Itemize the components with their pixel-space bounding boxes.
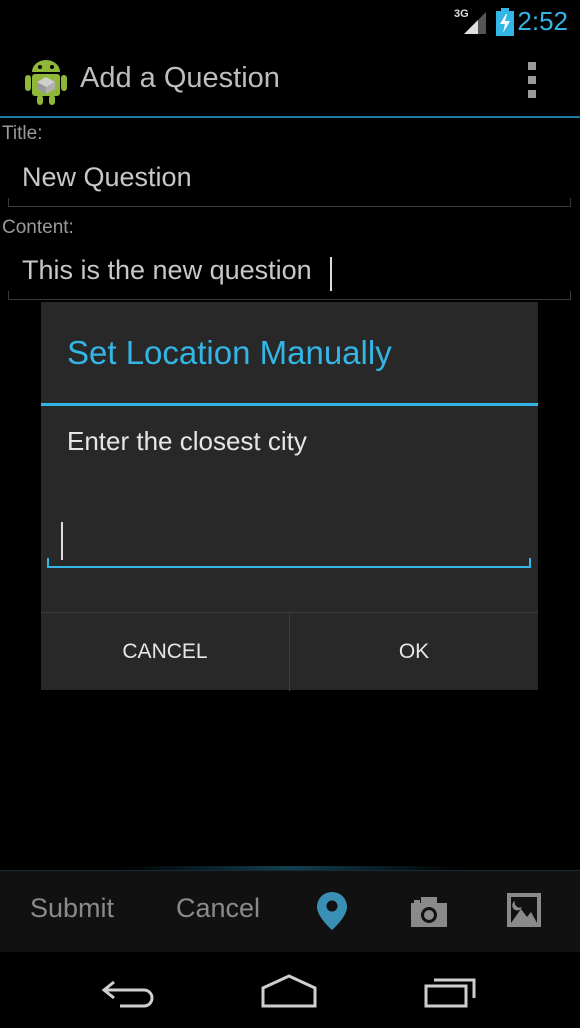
camera-icon[interactable] <box>408 891 450 931</box>
set-location-dialog: Set Location Manually Enter the closest … <box>41 302 538 691</box>
location-pin-icon[interactable] <box>316 891 348 931</box>
navigation-bar <box>0 952 580 1028</box>
dialog-button-bar: CANCEL OK <box>41 612 538 691</box>
home-icon[interactable] <box>257 968 321 1012</box>
text-cursor <box>330 257 332 291</box>
back-icon[interactable] <box>98 968 162 1012</box>
recent-apps-icon[interactable] <box>420 968 484 1012</box>
dialog-title: Set Location Manually <box>67 334 392 371</box>
network-type-label: 3G <box>454 8 469 20</box>
bottom-action-bar: Submit Cancel <box>0 870 580 953</box>
android-robot-icon[interactable] <box>24 58 68 106</box>
dialog-title-divider <box>41 403 538 406</box>
title-field-value: New Question <box>22 162 192 192</box>
overflow-menu-icon[interactable] <box>520 58 544 102</box>
dialog-message: Enter the closest city <box>67 426 307 456</box>
city-input[interactable] <box>47 520 531 568</box>
action-bar: Add a Question <box>0 44 580 118</box>
battery-charging-icon <box>496 8 514 36</box>
gallery-icon[interactable] <box>505 891 543 929</box>
title-field[interactable]: New Question <box>8 152 571 207</box>
text-cursor <box>61 522 63 560</box>
cancel-action-button[interactable]: Cancel <box>176 893 260 924</box>
status-clock: 2:52 <box>517 6 568 36</box>
title-label: Title: <box>2 123 43 144</box>
content-label: Content: <box>2 217 74 238</box>
status-bar: 3G 2:52 <box>0 0 580 44</box>
page-title: Add a Question <box>80 62 280 94</box>
submit-button[interactable]: Submit <box>30 893 114 924</box>
content-field-value: This is the new question <box>22 255 312 285</box>
signal-3g-icon: 3G <box>454 8 486 34</box>
ok-button[interactable]: OK <box>290 613 538 691</box>
cancel-button[interactable]: CANCEL <box>41 613 290 691</box>
content-field[interactable]: This is the new question <box>8 245 571 300</box>
